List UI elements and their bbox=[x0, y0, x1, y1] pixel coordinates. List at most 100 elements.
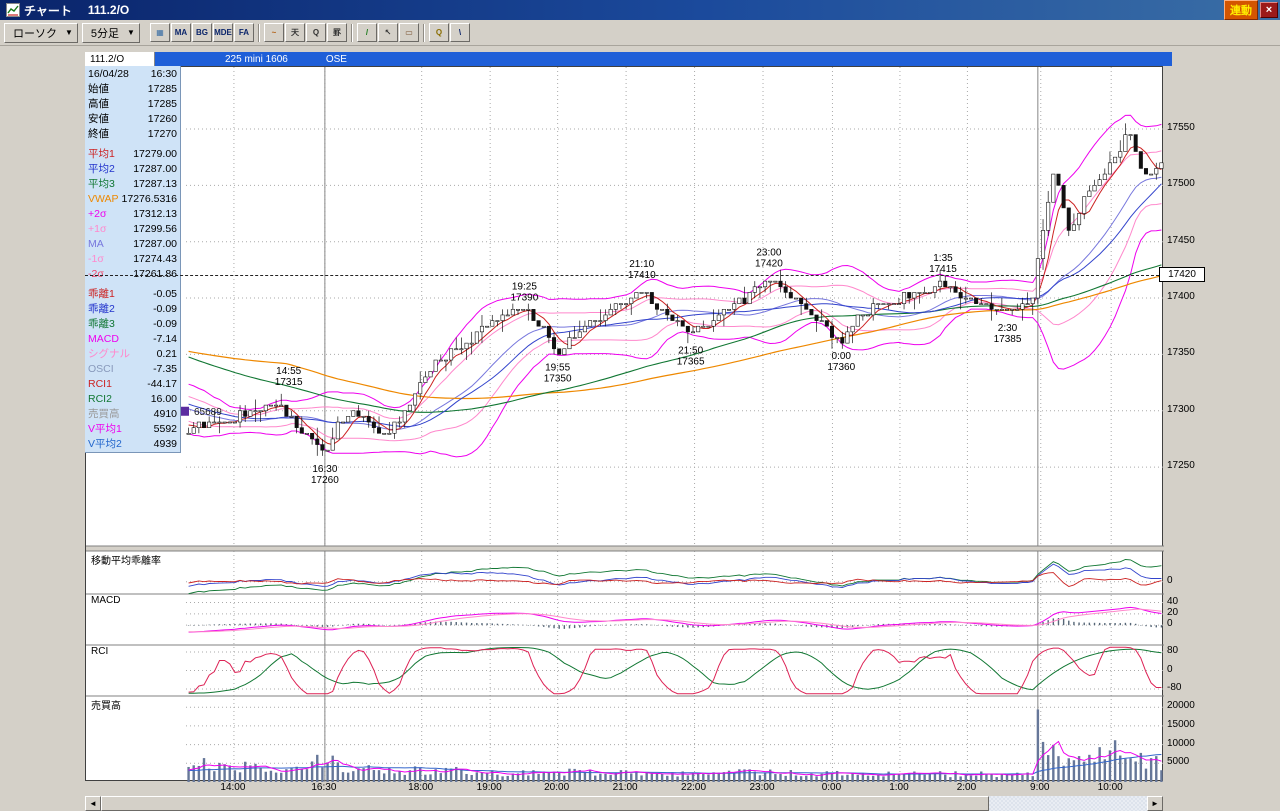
quote-value: 17299.56 bbox=[133, 223, 177, 235]
scrollbar-thumb[interactable] bbox=[101, 796, 989, 811]
quote-value: -44.17 bbox=[147, 378, 177, 390]
svg-text:0:00: 0:00 bbox=[832, 351, 852, 362]
tab-symbol[interactable]: 111.2/O bbox=[85, 52, 155, 66]
axis-label: 17350 bbox=[1167, 347, 1195, 359]
quote-label: 高値 bbox=[88, 98, 109, 110]
quote-row: VWAP 17276.5316 bbox=[85, 192, 180, 207]
chart-pane-button[interactable]: ▦ bbox=[149, 23, 170, 42]
quote-row: 16/04/28 16:30 bbox=[85, 67, 180, 82]
svg-text:16:30: 16:30 bbox=[312, 464, 337, 475]
quote-row: V平均1 5592 bbox=[85, 422, 180, 437]
chart-area[interactable]: 14:55 17315 16:30 17260 19:25 17390 19:55 17350… bbox=[85, 66, 1164, 782]
quote-value: 17287.13 bbox=[133, 178, 177, 190]
quote-row: 平均1 17279.00 bbox=[85, 147, 180, 162]
svg-text:17390: 17390 bbox=[510, 292, 538, 303]
toolbar-button-strip: ▦ MA BG MDE FA ~ 天 Q 罫 / ↖ ▭ Q \ bbox=[149, 23, 470, 42]
link-button[interactable]: 連動 bbox=[1224, 0, 1258, 20]
quote-value: 17287.00 bbox=[133, 238, 177, 250]
axis-label: 5000 bbox=[1167, 756, 1190, 768]
axis-label: 20000 bbox=[1167, 700, 1195, 712]
mde-indicator-button[interactable]: MDE bbox=[212, 23, 233, 42]
axis-label: 0 bbox=[1167, 618, 1173, 630]
line-chart-button[interactable]: ~ bbox=[263, 23, 284, 42]
time-axis-label: 18:00 bbox=[408, 782, 434, 793]
price-axis: 17550 17500 17450 17400 17350 17300 17250 0 40 20… bbox=[1165, 66, 1279, 781]
quote-panel: 16/04/28 16:30 始値 17285 高値 17285 安値 17260 終値 1727… bbox=[85, 66, 181, 453]
time-axis-label: 1:00 bbox=[889, 782, 909, 793]
svg-text:17350: 17350 bbox=[544, 373, 572, 384]
close-button[interactable]: × bbox=[1260, 2, 1278, 18]
scale-button[interactable]: 天 bbox=[284, 23, 305, 42]
ma-indicator-button[interactable]: MA bbox=[170, 23, 191, 42]
quote-value: 0.21 bbox=[156, 348, 177, 360]
quote-value: 17276.5316 bbox=[121, 193, 177, 205]
axis-label: 80 bbox=[1167, 644, 1179, 656]
quote-row: +1σ 17299.56 bbox=[85, 222, 180, 237]
grid-settings-button[interactable]: 罫 bbox=[326, 23, 347, 42]
svg-text:17420: 17420 bbox=[755, 259, 783, 270]
svg-text:17365: 17365 bbox=[677, 356, 705, 367]
quote-value: 17285 bbox=[147, 83, 177, 95]
quote-value: 5592 bbox=[153, 423, 177, 435]
interval-dropdown[interactable]: 5分足 ▼ bbox=[81, 22, 140, 43]
chart-canvas[interactable]: 14:551731516:301726019:251739019:5517350… bbox=[86, 67, 1164, 782]
quote-label: VWAP bbox=[88, 193, 119, 205]
quote-row: -1σ 17274.43 bbox=[85, 252, 180, 267]
quote-label: +2σ bbox=[88, 208, 107, 220]
toolbar-separator bbox=[350, 23, 353, 42]
quote-value: 17285 bbox=[147, 98, 177, 110]
quote-row: 始値 17285 bbox=[85, 82, 180, 97]
quote-row: V平均2 4939 bbox=[85, 437, 180, 452]
scrollbar-track[interactable] bbox=[101, 796, 1147, 811]
svg-text:17385: 17385 bbox=[994, 334, 1022, 345]
fa-indicator-button[interactable]: FA bbox=[233, 23, 254, 42]
axis-label: 0 bbox=[1167, 574, 1173, 586]
bg-indicator-button[interactable]: BG bbox=[191, 23, 212, 42]
axis-label: 17300 bbox=[1167, 403, 1195, 415]
pane-label: RCI bbox=[89, 646, 111, 657]
quote-row: 売買高 4910 bbox=[85, 407, 180, 422]
svg-text:21:10: 21:10 bbox=[629, 259, 654, 270]
scroll-right-button[interactable]: ► bbox=[1147, 796, 1163, 811]
quote-label: 16/04/28 bbox=[88, 68, 129, 80]
axis-label: 10000 bbox=[1167, 737, 1195, 749]
quote-value: -0.09 bbox=[153, 318, 177, 330]
quote-row: 乖離2 -0.09 bbox=[85, 302, 180, 317]
quote-value: 17279.00 bbox=[133, 148, 177, 160]
zoom-in-button[interactable]: Q bbox=[428, 23, 449, 42]
svg-text:17315: 17315 bbox=[275, 377, 303, 388]
pane-label: MACD bbox=[89, 595, 123, 606]
svg-text:2:30: 2:30 bbox=[998, 323, 1018, 334]
quote-row: MA 17287.00 bbox=[85, 237, 180, 252]
axis-label: 17500 bbox=[1167, 178, 1195, 190]
time-axis-label: 22:00 bbox=[681, 782, 707, 793]
quote-row: 平均2 17287.00 bbox=[85, 162, 180, 177]
chart-type-dropdown-label: ローソク bbox=[13, 27, 57, 40]
quote-value: 17274.43 bbox=[133, 253, 177, 265]
svg-text:21:50: 21:50 bbox=[678, 345, 703, 356]
eraser-button[interactable]: ▭ bbox=[398, 23, 419, 42]
horizontal-scrollbar[interactable]: ◄ ► bbox=[85, 796, 1163, 811]
chart-type-dropdown[interactable]: ローソク ▼ bbox=[4, 22, 78, 43]
quote-value: 4910 bbox=[153, 408, 177, 420]
quote-label: 安値 bbox=[88, 113, 109, 125]
quote-row: 終値 17270 bbox=[85, 127, 180, 142]
trendline-button[interactable]: \ bbox=[449, 23, 470, 42]
quote-value: 16:30 bbox=[150, 68, 177, 80]
pointer-button[interactable]: ↖ bbox=[377, 23, 398, 42]
quote-value: -0.05 bbox=[153, 288, 177, 300]
draw-line-button[interactable]: / bbox=[356, 23, 377, 42]
quote-row: +2σ 17312.13 bbox=[85, 207, 180, 222]
scroll-left-button[interactable]: ◄ bbox=[85, 796, 101, 811]
search-button[interactable]: Q bbox=[305, 23, 326, 42]
window-symbol: 111.2/O bbox=[87, 3, 130, 17]
chart-window: { "window": { "title": "チャート", "symbol":… bbox=[0, 0, 1280, 811]
time-axis-label: 23:00 bbox=[749, 782, 775, 793]
quote-value: 17312.13 bbox=[133, 208, 177, 220]
time-axis-label: 0:00 bbox=[821, 782, 842, 793]
pane-label: 移動平均乖離率 bbox=[89, 552, 163, 567]
svg-text:17415: 17415 bbox=[929, 264, 957, 275]
quote-label: 平均3 bbox=[88, 178, 115, 190]
quote-label: 平均1 bbox=[88, 148, 115, 160]
titlebar: チャート 111.2/O 連動 × bbox=[0, 0, 1280, 20]
